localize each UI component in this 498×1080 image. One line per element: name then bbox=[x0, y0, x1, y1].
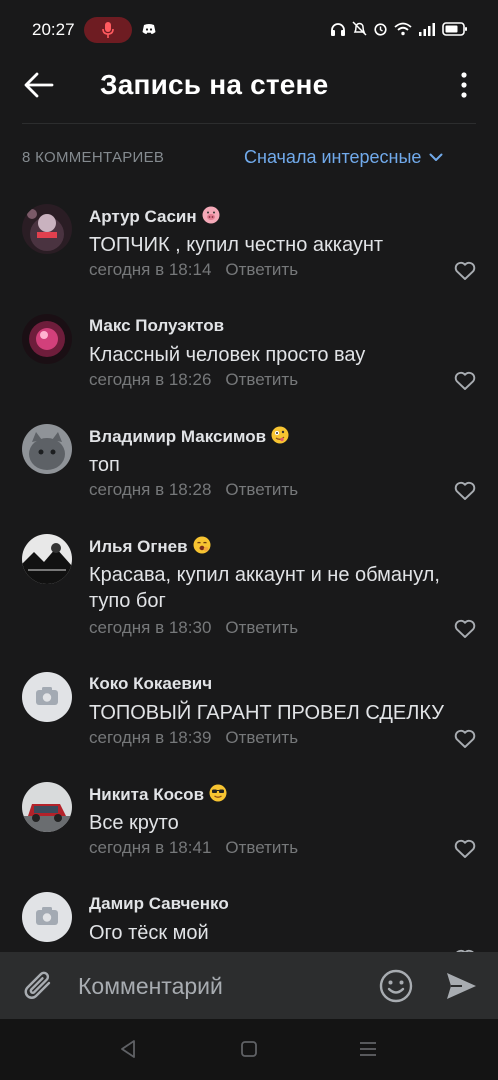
nav-recents-icon[interactable] bbox=[358, 1041, 378, 1057]
reply-button[interactable]: Ответить bbox=[225, 838, 298, 857]
comments-count: 8 КОММЕНТАРИЕВ bbox=[22, 149, 165, 166]
comment-author[interactable]: Никита Косов bbox=[89, 784, 227, 805]
send-icon[interactable] bbox=[444, 969, 478, 1003]
status-time: 20:27 bbox=[32, 20, 75, 39]
comment-time: сегодня в 18:30 bbox=[89, 618, 212, 637]
reply-button[interactable]: Ответить bbox=[225, 618, 298, 637]
status-bar: 20:27 bbox=[0, 0, 498, 60]
comment-time: сегодня в 18:28 bbox=[89, 480, 212, 499]
comment-author[interactable]: Владимир Максимов bbox=[89, 426, 289, 447]
nav-back-icon[interactable] bbox=[119, 1039, 137, 1059]
comment-meta: сегодня в 18:14 Ответить bbox=[89, 260, 298, 280]
sort-dropdown[interactable]: Сначала интересные bbox=[244, 147, 443, 168]
heart-icon[interactable] bbox=[454, 261, 476, 281]
comment-text: Красава, купил аккаунт и не обманул, туп… bbox=[89, 564, 440, 612]
avatar-placeholder[interactable] bbox=[22, 672, 72, 722]
mic-icon bbox=[102, 22, 114, 38]
comment-item: Илья Огнев Красава, купил аккаунт и не о… bbox=[0, 530, 498, 668]
comment-text: Все круто bbox=[89, 812, 179, 834]
smiley-icon[interactable] bbox=[378, 968, 414, 1004]
header-divider bbox=[22, 123, 476, 124]
bell-off-icon bbox=[352, 21, 367, 36]
more-vertical-icon[interactable] bbox=[456, 70, 472, 100]
comment-text: ТОПЧИК , купил честно аккаунт bbox=[89, 234, 384, 256]
comments-list: Артур Сасин ТОПЧИК , купил честно аккаун… bbox=[0, 200, 498, 952]
comment-meta: сегодня в 18:41 Ответить bbox=[89, 838, 298, 858]
comment-author[interactable]: Дамир Савченко bbox=[89, 894, 229, 914]
recording-indicator[interactable] bbox=[84, 17, 132, 43]
comment-author[interactable]: Макс Полуэктов bbox=[89, 316, 224, 336]
reply-button[interactable]: Ответить bbox=[225, 728, 298, 747]
comment-item: Владимир Максимов топ сегодня в 18:28 Отв… bbox=[0, 420, 498, 530]
comment-item: Макс Полуэктов Классный человек просто в… bbox=[0, 310, 498, 420]
heart-icon[interactable] bbox=[454, 371, 476, 391]
discord-icon bbox=[142, 24, 156, 34]
heart-icon[interactable] bbox=[454, 619, 476, 639]
comment-time: сегодня в 18:26 bbox=[89, 370, 212, 389]
chevron-down-icon bbox=[429, 153, 443, 161]
alarm-icon bbox=[374, 23, 387, 36]
yawning-face-icon bbox=[193, 536, 211, 554]
reply-button[interactable]: Ответить bbox=[225, 260, 298, 279]
comment-author[interactable]: Илья Огнев bbox=[89, 536, 211, 557]
comments-sort-row: 8 КОММЕНТАРИЕВ Сначала интересные bbox=[0, 140, 498, 176]
comment-item: Артур Сасин ТОПЧИК , купил честно аккаун… bbox=[0, 200, 498, 310]
headphones-icon bbox=[331, 22, 345, 36]
comment-text: Ого тёск мой bbox=[89, 922, 209, 944]
avatar-placeholder[interactable] bbox=[22, 892, 72, 942]
page-title: Запись на стене bbox=[100, 69, 329, 100]
avatar[interactable] bbox=[22, 424, 72, 474]
avatar[interactable] bbox=[22, 204, 72, 254]
battery-icon bbox=[442, 21, 467, 36]
heart-icon[interactable] bbox=[454, 839, 476, 859]
system-nav-bar bbox=[0, 1019, 498, 1080]
comment-author[interactable]: Коко Кокаевич bbox=[89, 674, 212, 694]
comment-meta: сегодня в 18:28 Ответить bbox=[89, 480, 298, 500]
signal-icon bbox=[419, 22, 435, 36]
comment-input-bar bbox=[0, 952, 498, 1019]
comment-time: сегодня в 18:39 bbox=[89, 728, 212, 747]
reply-button[interactable]: Ответить bbox=[225, 370, 298, 389]
sort-selected-label: Сначала интересные bbox=[244, 147, 422, 167]
zany-face-icon bbox=[271, 426, 289, 444]
comment-author[interactable]: Артур Сасин bbox=[89, 206, 220, 227]
comment-text: Классный человек просто вау bbox=[89, 344, 366, 366]
comment-item: Никита Косов Все круто сегодня в 18:41 От… bbox=[0, 778, 498, 888]
paperclip-icon[interactable] bbox=[22, 968, 56, 1004]
comment-item: Дамир Савченко Ого тёск мой bbox=[0, 888, 498, 952]
nav-home-icon[interactable] bbox=[240, 1040, 258, 1058]
heart-icon[interactable] bbox=[454, 729, 476, 749]
comment-meta: сегодня в 18:30 Ответить bbox=[89, 618, 298, 638]
reply-button[interactable]: Ответить bbox=[225, 480, 298, 499]
comment-meta: сегодня в 18:39 Ответить bbox=[89, 728, 298, 748]
comment-text: ТОПОВЫЙ ГАРАНТ ПРОВЕЛ СДЕЛКУ bbox=[89, 702, 444, 724]
comment-text: топ bbox=[89, 454, 120, 476]
comment-time: сегодня в 18:41 bbox=[89, 838, 212, 857]
avatar[interactable] bbox=[22, 534, 72, 584]
heart-icon[interactable] bbox=[454, 481, 476, 501]
wifi-icon bbox=[394, 22, 412, 35]
pig-face-icon bbox=[202, 206, 220, 224]
comment-meta: сегодня в 18:26 Ответить bbox=[89, 370, 298, 390]
sunglasses-face-icon bbox=[209, 784, 227, 802]
comment-item: Коко Кокаевич ТОПОВЫЙ ГАРАНТ ПРОВЕЛ СДЕЛ… bbox=[0, 668, 498, 778]
comment-time: сегодня в 18:14 bbox=[89, 260, 212, 279]
back-arrow-icon[interactable] bbox=[22, 68, 56, 102]
app-header: Запись на стене bbox=[0, 60, 498, 124]
status-icons bbox=[330, 21, 468, 36]
avatar[interactable] bbox=[22, 314, 72, 364]
comment-input[interactable] bbox=[78, 966, 368, 1006]
avatar[interactable] bbox=[22, 782, 72, 832]
